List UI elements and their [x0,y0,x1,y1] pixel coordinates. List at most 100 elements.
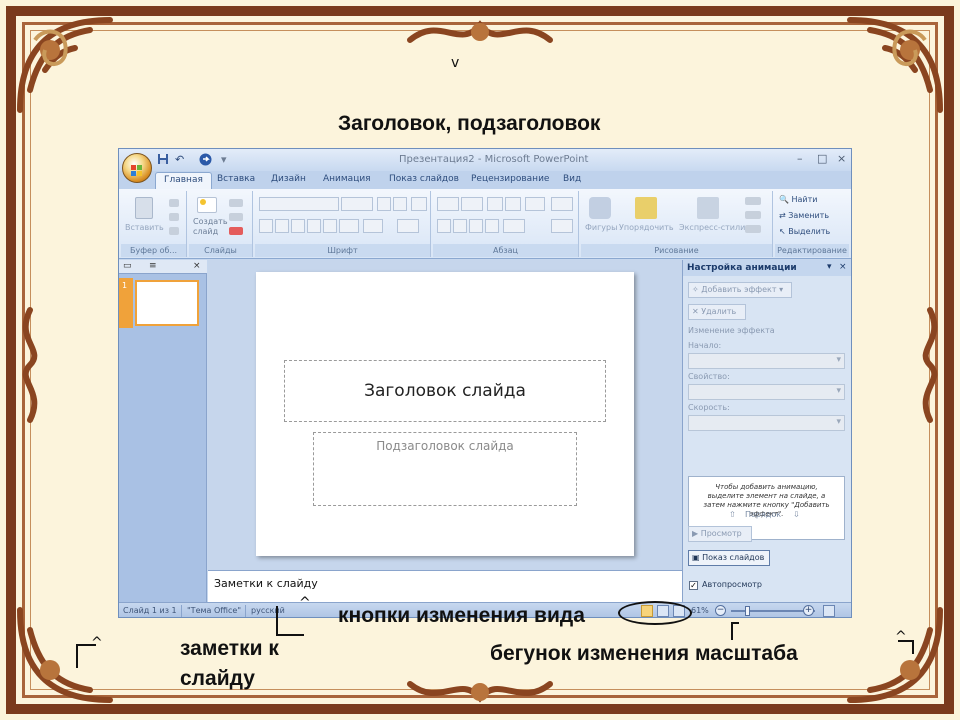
shapes-icon[interactable] [589,197,611,219]
clear-format-icon[interactable] [411,197,427,211]
slide-canvas[interactable]: Заголовок слайда Подзаголовок слайда [256,272,634,556]
zoom-out-icon[interactable]: − [715,605,726,616]
tab-design[interactable]: Дизайн [271,174,306,184]
grow-font-icon[interactable] [377,197,391,211]
start-select[interactable] [688,353,845,369]
shapes-button[interactable]: Фигуры [585,223,617,232]
case-icon[interactable] [363,219,383,233]
caption-title-subtitle: Заголовок, подзаголовок [338,112,601,135]
align-center-icon[interactable] [453,219,467,233]
numbering-icon[interactable] [461,197,483,211]
slide-thumbnail[interactable] [135,280,199,326]
underline-icon[interactable] [291,219,305,233]
customize-toolbar-icon[interactable]: ▾ [221,153,227,166]
spacing-icon[interactable] [339,219,359,233]
layout-icon[interactable] [229,199,243,207]
caption-notes: заметки к слайду [180,637,279,690]
speed-select[interactable] [688,415,845,431]
slide-show-button[interactable]: ▣ Показ слайдов [688,550,770,566]
smartart-icon[interactable] [551,219,573,233]
top-center-ornament [400,10,560,60]
remove-button[interactable]: ✕ Удалить [688,304,746,320]
shape-effects-icon[interactable] [745,225,761,233]
decrease-indent-icon[interactable] [487,197,503,211]
reorder-up-icon[interactable]: ⇧ [729,510,736,519]
align-left-icon[interactable] [437,219,451,233]
reset-icon[interactable] [229,213,243,221]
new-slide-icon[interactable] [197,197,217,213]
title-placeholder[interactable]: Заголовок слайда [284,360,606,422]
fit-to-window-icon[interactable] [823,605,835,617]
pane-menu-icon[interactable]: ▾ [827,262,832,272]
tab-slide-show[interactable]: Показ слайдов [389,174,459,184]
cut-icon[interactable] [169,199,179,207]
delete-slide-icon[interactable] [229,227,243,235]
arrange-icon[interactable] [635,197,657,219]
slides-pane: ▭ ≡ × 1 [119,260,207,602]
play-icon: ▶ [692,529,699,538]
strikethrough-icon[interactable] [307,219,321,233]
slide-show-icon: ▣ [692,553,700,562]
save-icon[interactable] [157,153,169,168]
autopreview-checkbox[interactable]: ✓ [689,581,698,590]
shrink-font-icon[interactable] [393,197,407,211]
ribbon-tabs: Главная Вставка Дизайн Анимация Показ сл… [119,171,851,189]
columns-icon[interactable] [503,219,525,233]
font-color-icon[interactable] [397,219,419,233]
close-button[interactable]: × [837,152,846,165]
outline-tab-icon[interactable]: ≡ [149,261,157,271]
zoom-level[interactable]: 61% [691,606,709,615]
shape-fill-icon[interactable] [745,197,761,205]
slides-pane-tabs: ▭ ≡ × [119,260,207,274]
tab-review[interactable]: Рецензирование [471,174,549,184]
bullets-icon[interactable] [437,197,459,211]
slides-tab-icon[interactable]: ▭ [123,261,132,271]
shape-outline-icon[interactable] [745,211,761,219]
office-button[interactable] [122,153,152,183]
paste-button[interactable]: Вставить [125,223,164,232]
close-pane-icon[interactable]: × [193,261,201,271]
format-painter-icon[interactable] [169,227,179,235]
text-direction-icon[interactable] [551,197,573,211]
bold-icon[interactable] [259,219,273,233]
arrange-button[interactable]: Упорядочить [619,223,674,232]
subtitle-placeholder[interactable]: Подзаголовок слайда [313,432,577,506]
ribbon-group-clipboard: Вставить Буфер об... [121,191,187,257]
replace-button[interactable]: ⇄ Заменить [779,211,829,220]
shadow-icon[interactable] [323,219,337,233]
font-family-select[interactable] [259,197,339,211]
add-effect-button[interactable]: ✧ Добавить эффект ▾ [688,282,792,298]
select-button[interactable]: ↖ Выделить [779,227,830,236]
reorder-down-icon[interactable]: ⇩ [793,510,800,519]
zoom-slider-thumb[interactable] [745,606,750,616]
increase-indent-icon[interactable] [505,197,521,211]
title-bar: ↶ ▾ Презентация2 - Microsoft PowerPoint … [119,149,851,171]
property-select[interactable] [688,384,845,400]
paste-icon[interactable] [135,197,153,219]
left-edge-ornament [10,300,50,430]
align-right-icon[interactable] [469,219,483,233]
zoom-in-icon[interactable]: + [803,605,814,616]
pane-close-icon[interactable]: × [839,262,847,272]
tab-view[interactable]: Вид [563,174,581,184]
maximize-button[interactable]: □ [817,152,827,165]
justify-icon[interactable] [485,219,499,233]
undo-icon[interactable]: ↶ [175,153,184,166]
italic-icon[interactable] [275,219,289,233]
tab-home[interactable]: Главная [155,172,212,189]
quick-styles-icon[interactable] [697,197,719,219]
font-size-select[interactable] [341,197,373,211]
select-icon: ↖ [779,227,786,236]
status-separator [181,605,182,617]
line-spacing-icon[interactable] [525,197,545,211]
minimize-button[interactable]: – [797,152,803,165]
notes-pane[interactable]: Заметки к слайду [208,570,682,602]
copy-icon[interactable] [169,213,179,221]
quick-styles-button[interactable]: Экспресс-стили [679,223,745,232]
redo-icon[interactable] [199,153,212,169]
preview-button[interactable]: ▶ Просмотр [688,526,752,542]
find-button[interactable]: 🔍 Найти [779,195,818,204]
tab-animation[interactable]: Анимация [323,174,371,184]
new-slide-button[interactable]: Создать слайд [193,217,228,237]
tab-insert[interactable]: Вставка [217,174,255,184]
